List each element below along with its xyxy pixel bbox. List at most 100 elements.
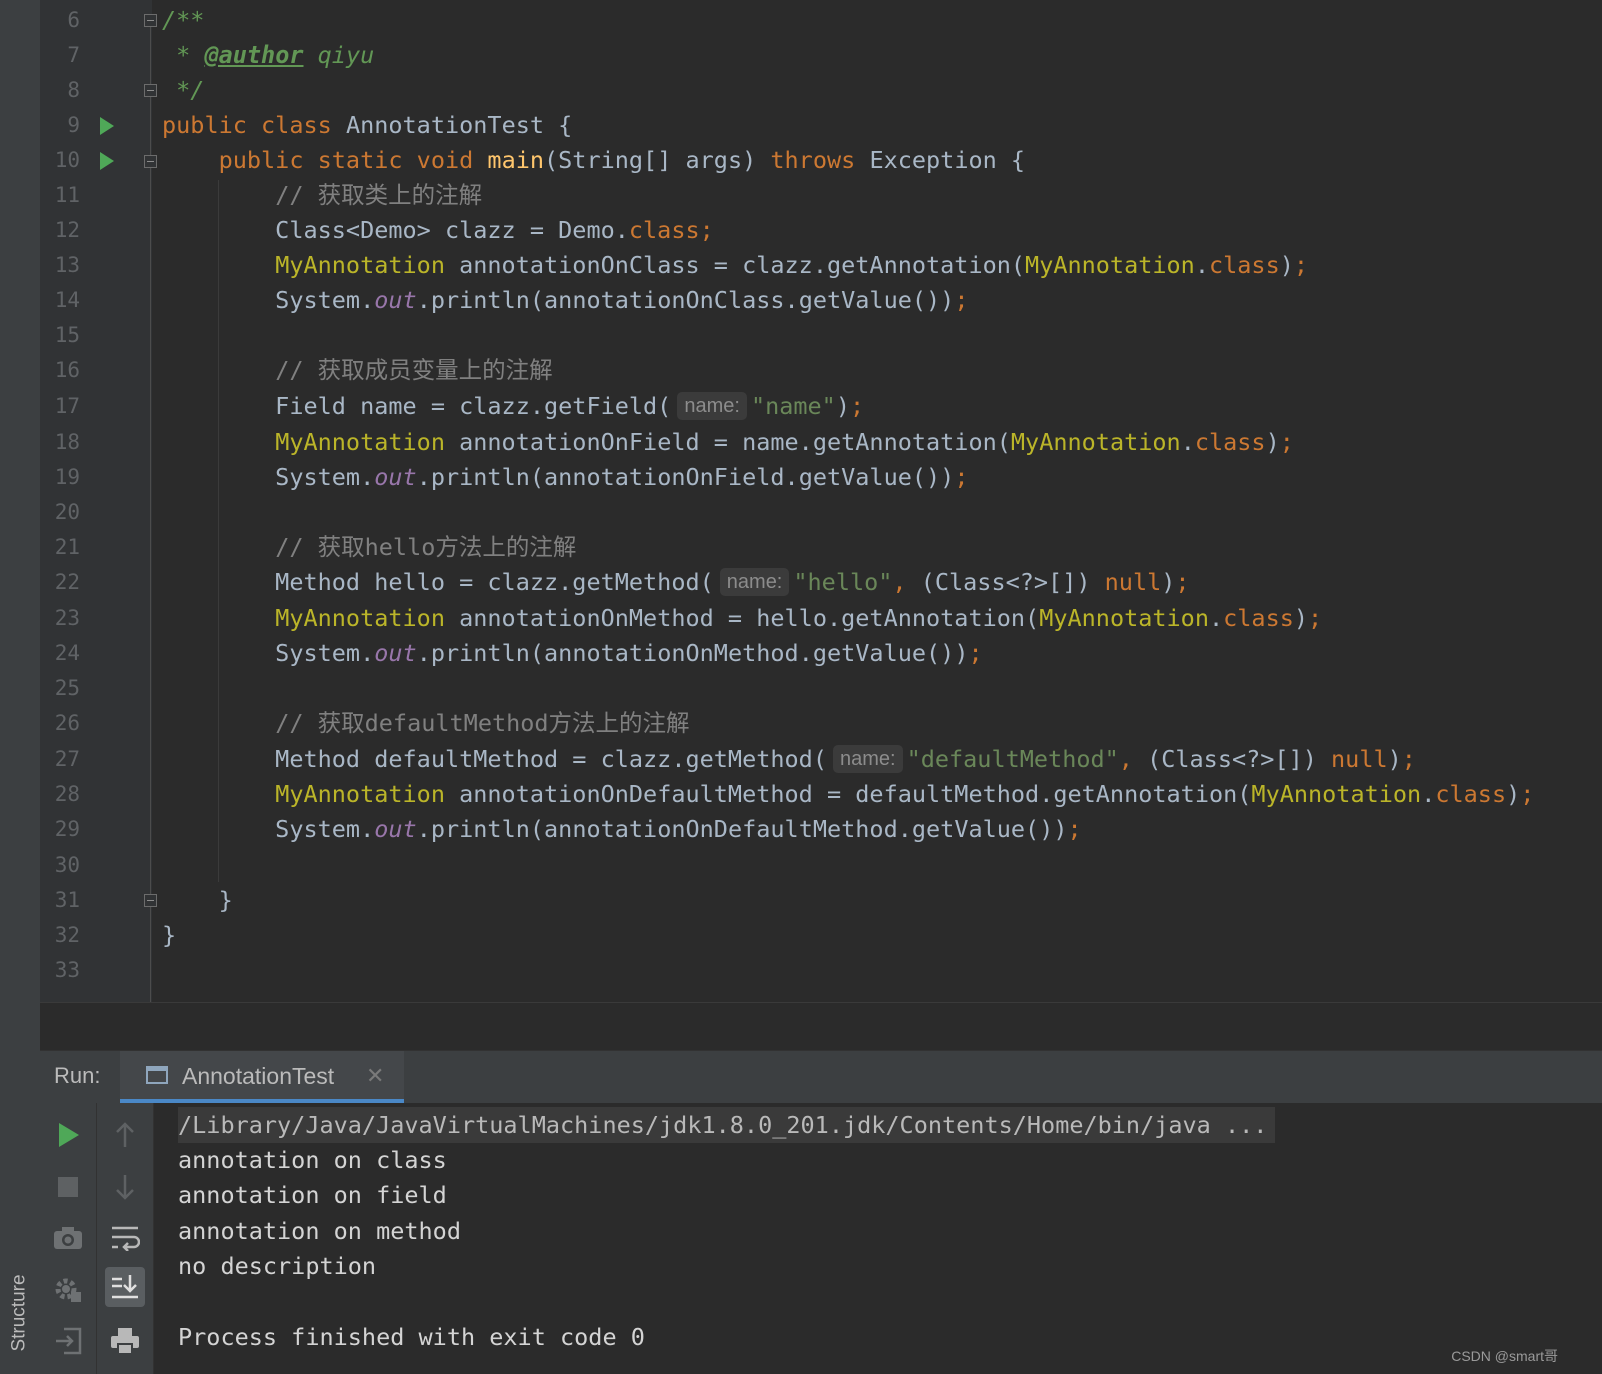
console-line: annotation on class xyxy=(178,1146,447,1174)
line-number: 11 xyxy=(54,183,80,207)
parameter-hint: name: xyxy=(677,392,747,420)
editor-breadcrumb-bar xyxy=(40,1002,1602,1051)
code-line: MyAnnotation annotationOnField = name.ge… xyxy=(275,428,1294,456)
code-line: /** xyxy=(162,6,205,34)
comment-field-annotation: // 获取成员变量上的注解 xyxy=(275,356,553,384)
line-number: 33 xyxy=(54,958,80,982)
code-line: * @author qiyu xyxy=(162,37,374,73)
fold-icon[interactable] xyxy=(144,84,157,97)
run-toolbar-primary xyxy=(40,1103,97,1374)
line-number: 20 xyxy=(54,500,80,524)
code-line: public class AnnotationTest { xyxy=(162,111,573,139)
line-number: 23 xyxy=(54,606,80,630)
string-literal: "name" xyxy=(750,392,836,420)
print-icon[interactable] xyxy=(105,1321,145,1361)
line-number: 7 xyxy=(67,43,80,67)
line-number: 29 xyxy=(54,817,80,841)
scroll-to-end-icon[interactable] xyxy=(105,1267,145,1307)
comment-default-annotation: // 获取defaultMethod方法上的注解 xyxy=(275,709,690,737)
line-number: 27 xyxy=(54,747,80,771)
javadoc-author-name: qiyu xyxy=(303,41,375,69)
code-line: System.out.println(annotationOnMethod.ge… xyxy=(162,639,983,667)
console-line: no description xyxy=(178,1252,377,1280)
comment-hello-annotation: // 获取hello方法上的注解 xyxy=(275,533,577,561)
line-number: 31 xyxy=(54,888,80,912)
console-command-line[interactable]: /Library/Java/JavaVirtualMachines/jdk1.8… xyxy=(178,1107,1276,1143)
code-line: System.out.println(annotationOnClass.get… xyxy=(162,286,969,314)
code-line: // 获取成员变量上的注解 xyxy=(162,352,553,388)
line-number: 32 xyxy=(54,923,80,947)
code-line: // 获取defaultMethod方法上的注解 xyxy=(162,705,690,741)
code-line: // 获取hello方法上的注解 xyxy=(162,529,576,565)
parameter-hint: name: xyxy=(832,745,903,773)
console-exit-line: Process finished with exit code 0 xyxy=(178,1323,645,1351)
left-tool-strip: Structure xyxy=(0,0,41,1374)
string-literal: "hello" xyxy=(793,568,893,596)
console-icon xyxy=(146,1066,168,1084)
up-arrow-icon[interactable] xyxy=(105,1115,145,1155)
soft-wrap-icon[interactable] xyxy=(105,1218,145,1258)
line-number: 16 xyxy=(54,358,80,382)
line-number: 10 xyxy=(54,148,80,172)
line-number: 30 xyxy=(54,853,80,877)
run-main-gutter-icon[interactable] xyxy=(100,152,114,170)
structure-tab-label: Structure xyxy=(9,1274,30,1352)
fold-icon[interactable] xyxy=(144,155,157,168)
line-number: 17 xyxy=(54,394,80,418)
run-tab-label: AnnotationTest xyxy=(182,1063,335,1089)
code-line: // 获取类上的注解 xyxy=(162,177,482,213)
string-literal: "defaultMethod" xyxy=(906,745,1119,773)
parameter-hint: name: xyxy=(719,568,790,596)
run-toolbar-secondary xyxy=(97,1103,154,1374)
code-line: public static void main(String[] args) t… xyxy=(218,146,1026,174)
line-number: 6 xyxy=(67,8,80,32)
exit-icon[interactable] xyxy=(48,1321,88,1361)
line-number: 15 xyxy=(54,323,80,347)
run-panel-header: Run: AnnotationTest ✕ xyxy=(40,1050,1602,1104)
line-number: 28 xyxy=(54,782,80,806)
code-line: */ xyxy=(162,76,205,104)
code-line: Method defaultMethod = clazz.getMethod(n… xyxy=(162,745,1416,773)
line-number: 13 xyxy=(54,253,80,277)
comment-class-annotation: // 获取类上的注解 xyxy=(275,181,483,209)
close-icon[interactable]: ✕ xyxy=(366,1051,384,1101)
line-number: 22 xyxy=(54,570,80,594)
line-number: 8 xyxy=(67,78,80,102)
code-line: System.out.println(annotationOnField.get… xyxy=(162,463,969,491)
line-number: 24 xyxy=(54,641,80,665)
code-editor[interactable]: /** * @author qiyu */ public class Annot… xyxy=(162,0,1602,1002)
line-number: 18 xyxy=(54,430,80,454)
run-tab-annotationtest[interactable]: AnnotationTest ✕ xyxy=(120,1051,404,1103)
code-line: MyAnnotation annotationOnDefaultMethod =… xyxy=(275,780,1535,808)
code-line: System.out.println(annotationOnDefaultMe… xyxy=(162,815,1082,843)
line-number: 19 xyxy=(54,465,80,489)
down-arrow-icon[interactable] xyxy=(105,1167,145,1207)
stop-icon[interactable] xyxy=(48,1167,88,1207)
code-line: Field name = clazz.getField(name: "name")… xyxy=(162,392,865,420)
console-line: annotation on method xyxy=(178,1217,461,1245)
camera-icon[interactable] xyxy=(48,1218,88,1258)
code-line: MyAnnotation annotationOnMethod = hello.… xyxy=(275,604,1323,632)
code-line: Class<Demo> clazz = Demo.class; xyxy=(162,216,714,244)
run-panel-label: Run: xyxy=(54,1063,101,1088)
fold-icon[interactable] xyxy=(144,14,157,27)
code-line: } xyxy=(162,886,233,914)
debug-settings-icon[interactable] xyxy=(48,1269,88,1309)
code-line: MyAnnotation annotationOnClass = clazz.g… xyxy=(275,251,1309,279)
run-icon[interactable] xyxy=(48,1115,88,1155)
run-class-gutter-icon[interactable] xyxy=(100,117,114,135)
structure-tool-tab[interactable]: Structure xyxy=(4,1258,36,1368)
console-output[interactable]: /Library/Java/JavaVirtualMachines/jdk1.8… xyxy=(154,1103,1602,1374)
fold-icon[interactable] xyxy=(144,894,157,907)
javadoc-author-tag[interactable]: @author xyxy=(204,41,303,69)
code-line: Method hello = clazz.getMethod(name: "hel… xyxy=(162,568,1190,596)
line-number: 21 xyxy=(54,535,80,559)
line-number: 25 xyxy=(54,676,80,700)
line-number: 14 xyxy=(54,288,80,312)
line-number: 26 xyxy=(54,711,80,735)
console-line: annotation on field xyxy=(178,1181,447,1209)
code-line: } xyxy=(162,921,177,949)
javadoc-prefix: * xyxy=(162,41,205,69)
watermark: CSDN @smart哥 xyxy=(1451,1348,1558,1364)
line-number: 9 xyxy=(67,113,80,137)
